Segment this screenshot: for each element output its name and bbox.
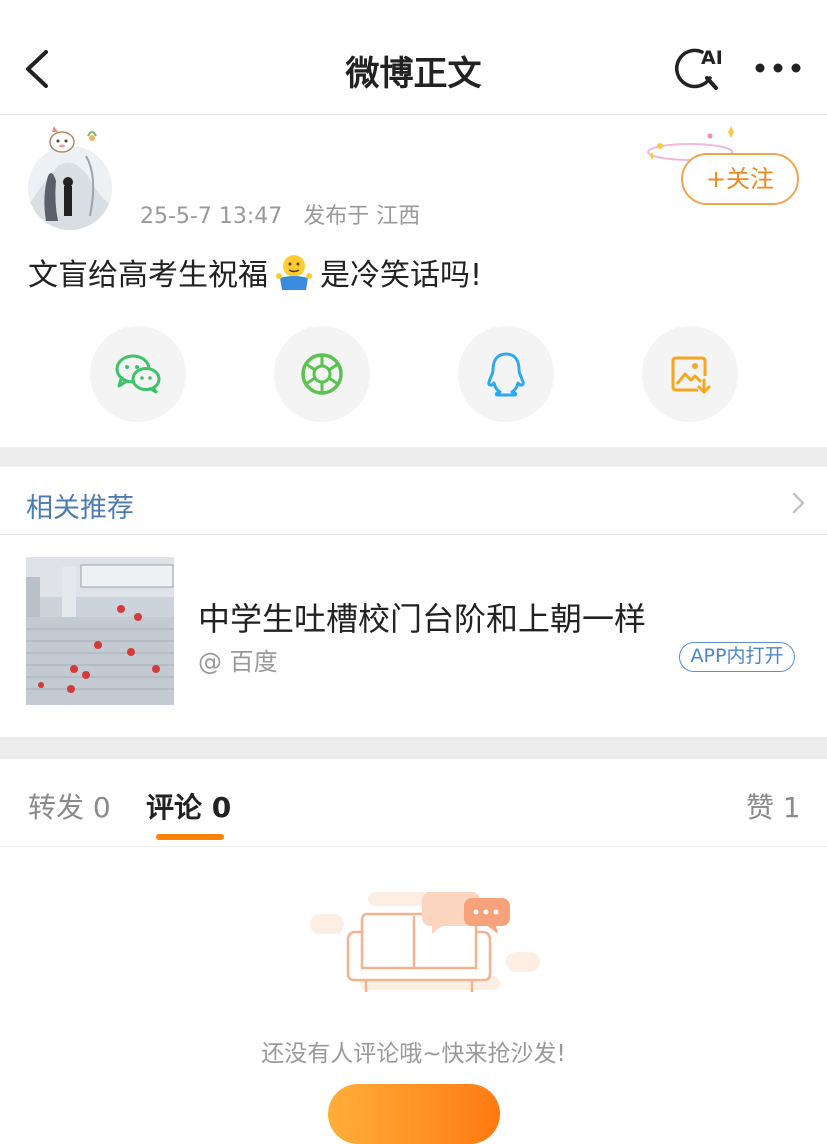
more-options-icon[interactable] [752, 52, 804, 84]
related-item-headline[interactable]: 中学生吐槽校门台阶和上朝一样 [198, 594, 646, 640]
chevron-right-icon[interactable] [788, 490, 808, 516]
tab-comment[interactable]: 评论 0 [146, 786, 231, 826]
post-text-before: 文盲给高考生祝福 [28, 258, 268, 293]
related-section-title[interactable]: 相关推荐 [26, 486, 134, 525]
save-image-icon [671, 356, 711, 394]
tab-repost[interactable]: 转发 0 [28, 786, 111, 826]
ai-search-icon[interactable]: AI [672, 42, 730, 92]
avatar-frame-decoration [40, 124, 104, 158]
open-in-app-button[interactable]: APP内打开 [679, 642, 795, 672]
empty-comments-message: 还没有人评论哦~快来抢沙发! [261, 1041, 566, 1067]
qq-icon [487, 352, 525, 397]
wechat-icon [115, 354, 161, 394]
share-wechat-button[interactable] [90, 326, 186, 422]
tab-like[interactable]: 赞 1 [746, 786, 801, 826]
moments-icon [301, 353, 343, 395]
related-item-source: @ 百度 [198, 648, 278, 676]
shrug-emoji-icon [274, 252, 314, 292]
active-tab-indicator [156, 834, 224, 840]
post-meta: 25-5-7 13:47 发布于 江西 [140, 198, 420, 230]
post-location: 发布于 江西 [303, 204, 421, 229]
post-date: 25-5-7 13:47 [140, 204, 283, 229]
avatar[interactable] [28, 146, 112, 230]
divider [0, 534, 827, 535]
related-item-thumbnail[interactable] [26, 557, 174, 705]
post-comment-button[interactable] [328, 1084, 500, 1144]
section-divider [0, 447, 827, 467]
ai-label: AI [701, 47, 723, 69]
post-text: 文盲给高考生祝福 是冷笑话吗! [28, 250, 482, 294]
share-moments-button[interactable] [274, 326, 370, 422]
post-text-after: 是冷笑话吗! [320, 258, 483, 293]
save-image-button[interactable] [642, 326, 738, 422]
section-divider [0, 737, 827, 759]
share-qq-button[interactable] [458, 326, 554, 422]
follow-button[interactable]: +关注 [681, 153, 799, 205]
divider [0, 846, 827, 847]
empty-sofa-illustration [300, 880, 550, 1010]
